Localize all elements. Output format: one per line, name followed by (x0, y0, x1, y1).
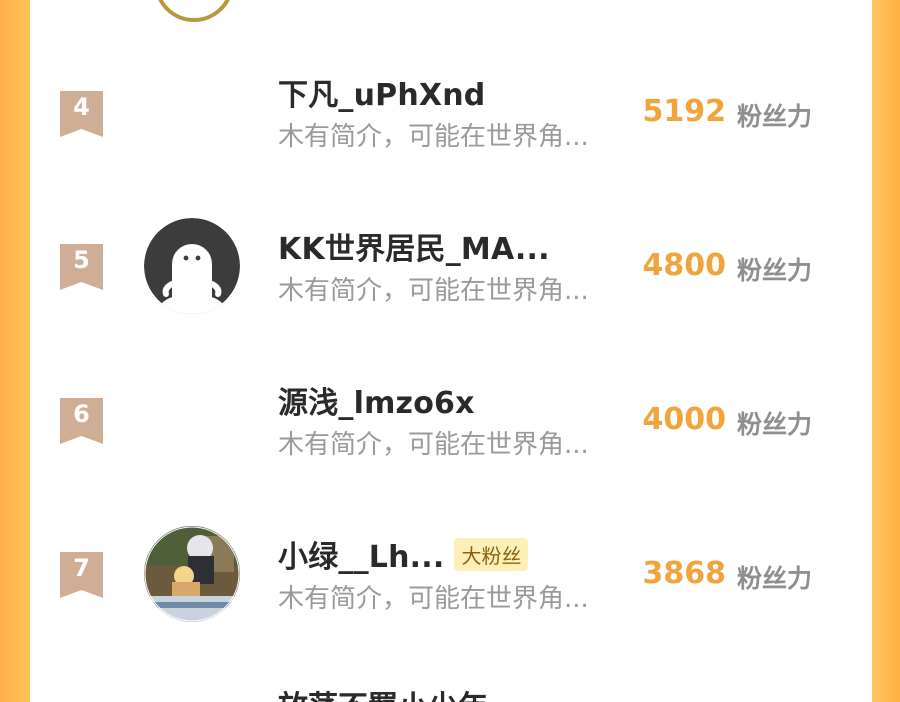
next-row-username[interactable]: 放荡不羁小少年 (278, 682, 488, 702)
username-line: 下凡_uPhXnd (278, 70, 485, 114)
ranking-row[interactable]: 4 下凡_uPhXnd 木有简介，可能在世界角... 5192 粉丝力 (30, 52, 872, 172)
fan-power-score: 4800 (642, 248, 727, 283)
username-line: KK世界居民_MA... (278, 224, 550, 268)
user-bio: 木有简介，可能在世界角... (278, 276, 589, 306)
rank-number: 5 (73, 246, 90, 274)
fan-power-label: 粉丝力 (737, 564, 813, 593)
anime-avatar-image (144, 526, 240, 622)
user-bio: 木有简介，可能在世界角... (278, 430, 589, 460)
ranking-row[interactable]: 6 源浅_lmzo6x 木有简介，可能在世界角... 4000 粉丝力 (30, 360, 872, 480)
fan-power-label: 粉丝力 (737, 410, 813, 439)
rank-number: 6 (73, 400, 90, 428)
ranking-row[interactable]: 7 小绿__Lh... 大粉丝 木有简介，可能在世界角... 3868 粉丝力 (30, 514, 872, 634)
rank-number: 4 (73, 93, 90, 121)
fan-power-score: 3868 (642, 556, 727, 591)
avatar[interactable] (144, 218, 240, 314)
top-rank-avatar[interactable] (154, 0, 234, 22)
fan-power-label: 粉丝力 (737, 256, 813, 285)
fan-power-score: 5192 (642, 94, 727, 129)
username[interactable]: 小绿__Lh... (278, 532, 444, 576)
avatar[interactable] (144, 526, 240, 622)
rank-number: 7 (73, 554, 90, 582)
fan-power-score: 4000 (642, 402, 727, 437)
fan-power-label: 粉丝力 (737, 102, 813, 131)
username[interactable]: KK世界居民_MA... (278, 224, 550, 268)
user-bio: 木有简介，可能在世界角... (278, 584, 589, 614)
username[interactable]: 源浅_lmzo6x (278, 378, 475, 422)
username[interactable]: 下凡_uPhXnd (278, 70, 485, 114)
big-fan-badge: 大粉丝 (454, 537, 529, 571)
rank-badge: 7 (60, 552, 103, 598)
username-line: 源浅_lmzo6x (278, 378, 475, 422)
ranking-card: 4 下凡_uPhXnd 木有简介，可能在世界角... 5192 粉丝力 5 KK… (30, 0, 872, 702)
ghost-avatar-icon (144, 218, 240, 314)
username-line: 小绿__Lh... 大粉丝 (278, 532, 529, 576)
ranking-row[interactable]: 5 KK世界居民_MA... 木有简介，可能在世界角... 4800 粉丝力 (30, 206, 872, 326)
rank-badge: 4 (60, 91, 103, 137)
user-bio: 木有简介，可能在世界角... (278, 122, 589, 152)
rank-badge: 5 (60, 244, 103, 290)
rank-badge: 6 (60, 398, 103, 444)
